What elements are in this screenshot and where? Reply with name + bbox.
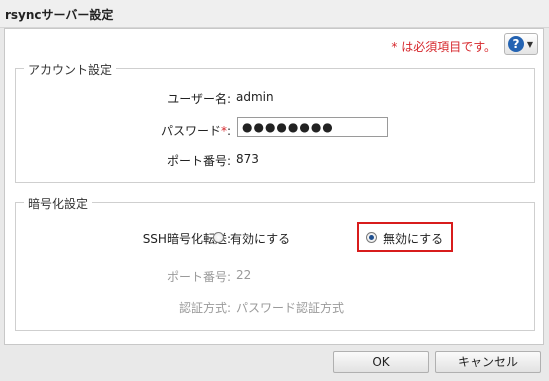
chevron-down-icon: ▼ — [526, 40, 533, 49]
radio-disable[interactable] — [366, 232, 377, 243]
ssh-encryption-label: SSH暗号化転送: — [142, 232, 231, 246]
account-port-value: 873 — [236, 152, 259, 166]
cancel-button[interactable]: キャンセル — [435, 351, 541, 373]
radio-enable-label: 有効にする — [230, 232, 291, 246]
dialog-content: * は必須項目です。 ? ▼ アカウント設定 ユーザー名: admin パスワー… — [4, 28, 544, 345]
rsync-settings-dialog: rsyncサーバー設定 * は必須項目です。 ? ▼ アカウント設定 ユーザー名… — [0, 0, 549, 381]
username-value: admin — [236, 90, 274, 104]
password-label-colon: : — [226, 124, 231, 138]
radio-enable-option[interactable]: 有効にする — [213, 228, 323, 246]
encryption-settings-legend: 暗号化設定 — [24, 195, 93, 212]
encryption-settings-group: 暗号化設定 SSH暗号化転送: 有効にする 無効にする ポート番号: 22 認証… — [15, 195, 535, 331]
dialog-titlebar[interactable]: rsyncサーバー設定 — [0, 0, 549, 28]
ssh-port-label: ポート番号: — [166, 270, 231, 284]
help-icon: ? — [508, 36, 524, 52]
radio-enable[interactable] — [213, 232, 224, 243]
ssh-port-value: 22 — [236, 268, 252, 282]
password-input[interactable]: ●●●●●●●● — [237, 117, 388, 137]
account-port-label: ポート番号: — [166, 154, 231, 168]
account-settings-legend: アカウント設定 — [24, 61, 117, 78]
auth-method-value: パスワード認証方式 — [236, 301, 345, 315]
password-label: パスワード*: — [31, 122, 231, 139]
radio-disable-label: 無効にする — [383, 232, 444, 246]
radio-disable-option[interactable]: 無効にする — [366, 228, 451, 246]
account-settings-group: アカウント設定 ユーザー名: admin パスワード*: ●●●●●●●● ポー… — [15, 61, 535, 183]
password-label-text: パスワード — [160, 124, 221, 138]
ok-button[interactable]: OK — [333, 351, 429, 373]
dialog-title: rsyncサーバー設定 — [5, 8, 114, 22]
auth-method-label: 認証方式: — [178, 301, 231, 315]
username-label: ユーザー名: — [167, 92, 231, 106]
help-button[interactable]: ? ▼ — [504, 33, 538, 55]
required-note: * は必須項目です。 — [391, 40, 496, 54]
